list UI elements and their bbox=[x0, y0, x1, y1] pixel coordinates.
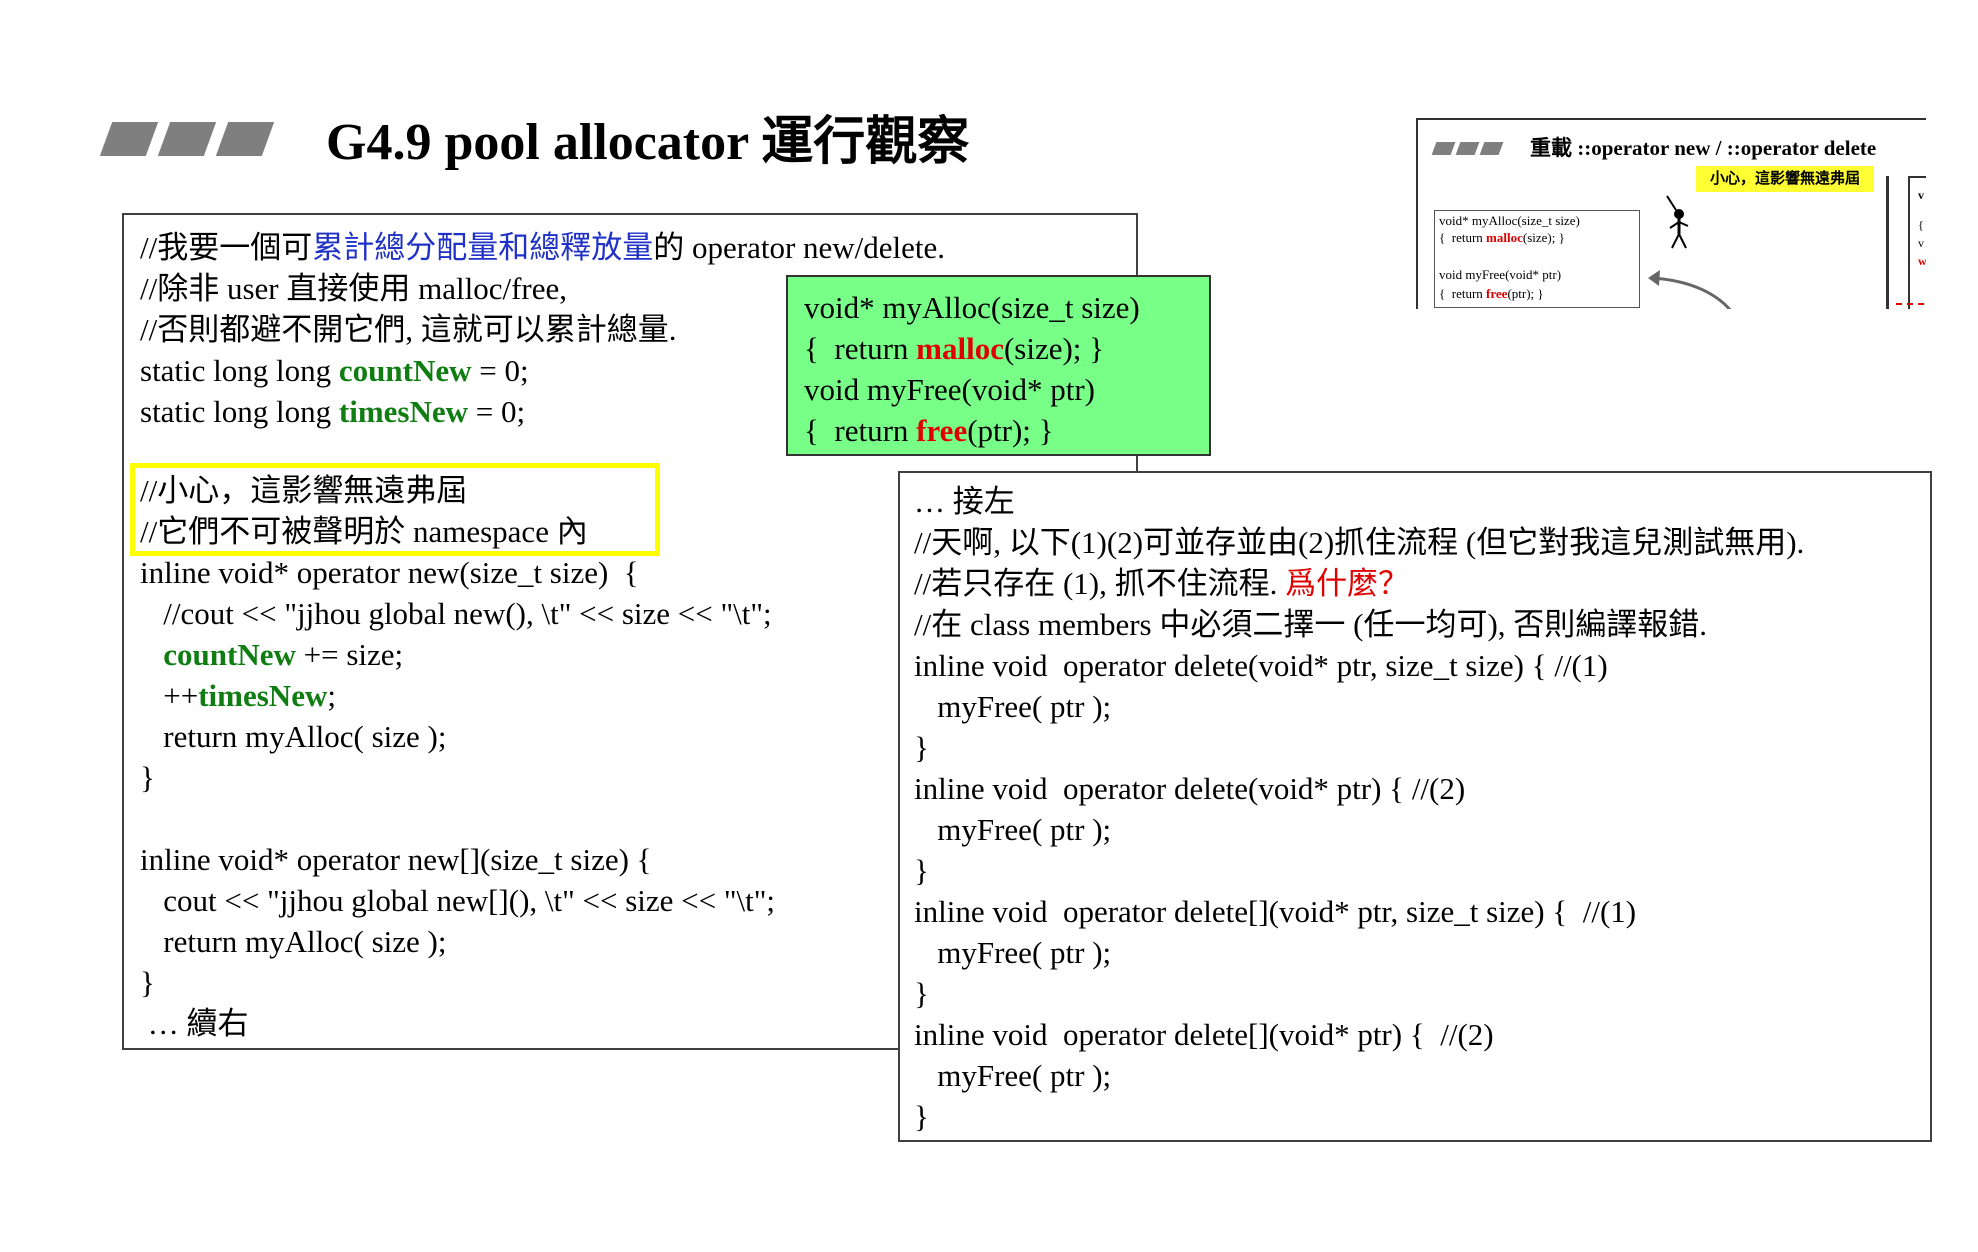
thumb-title: 重載 ::operator new / ::operator delete bbox=[1530, 136, 1877, 160]
operator-new-count: countNew += size; bbox=[163, 637, 404, 672]
right-head: … 接左 bbox=[914, 484, 1015, 519]
thumb-edge-2: { bbox=[1918, 218, 1924, 232]
green-line-3: void myFree(void* ptr) bbox=[804, 372, 1096, 407]
thumb-code-line-4: { return free(ptr); } bbox=[1439, 286, 1544, 301]
comment-line-2: //除非 user 直接使用 malloc/free, bbox=[140, 271, 568, 306]
comment-line-1: //我要一個可累計總分配量和總釋放量的 operator new/delete. bbox=[140, 230, 946, 265]
operator-new-cout: //cout << "jjhou global new(), \t" << si… bbox=[140, 596, 772, 631]
continue-right-note: … 續右 bbox=[140, 1006, 249, 1041]
delete-array-sized-signature: inline void operator delete[](void* ptr,… bbox=[914, 894, 1637, 929]
delete-signature: inline void operator delete(void* ptr) {… bbox=[914, 771, 1466, 806]
operator-new-close: } bbox=[140, 760, 155, 795]
delete-array-sized-body: myFree( ptr ); bbox=[914, 935, 1112, 970]
title-stripe-1 bbox=[99, 122, 159, 156]
thumb-edge-3: v bbox=[1918, 236, 1924, 250]
page-title: G4.9 pool allocator 運行觀察 bbox=[326, 114, 970, 171]
thumb-stripe-2 bbox=[1455, 142, 1480, 155]
right-comment-2: //若只存在 (1), 抓不住流程. 爲什麼？ bbox=[914, 566, 1410, 601]
right-code-box: … 接左 //天啊, 以下(1)(2)可並存並由(2)抓住流程 (但它對我這兒測… bbox=[898, 471, 1932, 1142]
green-line-1: void* myAlloc(size_t size) bbox=[804, 290, 1140, 325]
right-comment-3: //在 class members 中必須二擇一 (任一均可), 否則編譯報錯. bbox=[914, 607, 1708, 642]
decl-times-new: static long long timesNew = 0; bbox=[140, 394, 526, 429]
operator-new-array-signature: inline void* operator new[](size_t size)… bbox=[140, 842, 652, 877]
thumb-red-dashes bbox=[1896, 303, 1924, 305]
thumb-edge-4: w bbox=[1918, 254, 1926, 268]
slide-thumbnail: 重載 ::operator new / ::operator delete 小心… bbox=[1416, 118, 1926, 309]
thumb-code-line-2: { return malloc(size); } bbox=[1439, 230, 1565, 245]
operator-new-array-cout: cout << "jjhou global new[](), \t" << si… bbox=[140, 883, 776, 918]
stick-figure-icon bbox=[1666, 195, 1689, 249]
thumb-code-box: void* myAlloc(size_t size) { return mall… bbox=[1434, 210, 1640, 308]
operator-new-times: ++timesNew; bbox=[163, 678, 336, 713]
operator-new-signature: inline void* operator new(size_t size) { bbox=[140, 555, 639, 590]
thumb-stripe-3 bbox=[1479, 142, 1504, 155]
green-line-2: { return malloc(size); } bbox=[804, 331, 1105, 366]
decl-count-new: static long long countNew = 0; bbox=[140, 353, 529, 388]
comment-line-3: //否則都避不開它們, 這就可以累計總量. bbox=[140, 312, 677, 347]
thumb-side-panel-inner: v { v w bbox=[1908, 176, 1926, 309]
delete-sized-body: myFree( ptr ); bbox=[914, 689, 1112, 724]
delete-close: } bbox=[914, 853, 929, 888]
operator-new-array-return: return myAlloc( size ); bbox=[140, 924, 447, 959]
delete-array-signature: inline void operator delete[](void* ptr)… bbox=[914, 1017, 1494, 1052]
thumb-stripe-1 bbox=[1431, 142, 1456, 155]
delete-array-sized-close: } bbox=[914, 976, 929, 1011]
curved-arrow-icon bbox=[1648, 270, 1732, 309]
myalloc-myfree-box: void* myAlloc(size_t size) { return mall… bbox=[786, 275, 1211, 456]
operator-new-return: return myAlloc( size ); bbox=[140, 719, 447, 754]
green-line-4: { return free(ptr); } bbox=[804, 413, 1054, 448]
delete-array-body: myFree( ptr ); bbox=[914, 1058, 1112, 1093]
right-comment-1: //天啊, 以下(1)(2)可並存並由(2)抓住流程 (但它對我這兒測試無用). bbox=[914, 525, 1805, 560]
delete-array-close: } bbox=[914, 1099, 929, 1134]
thumb-code-line-1: void* myAlloc(size_t size) bbox=[1439, 213, 1580, 228]
thumb-warning-note: 小心，這影響無遠弗屆 bbox=[1696, 166, 1874, 192]
thumb-side-panel-outer bbox=[1886, 176, 1889, 309]
operator-new-array-close: } bbox=[140, 965, 155, 1000]
title-stripe-3 bbox=[215, 122, 275, 156]
thumb-code-line-3: void myFree(void* ptr) bbox=[1439, 267, 1562, 282]
delete-body: myFree( ptr ); bbox=[914, 812, 1112, 847]
delete-sized-signature: inline void operator delete(void* ptr, s… bbox=[914, 648, 1608, 683]
warning-highlight-box bbox=[130, 463, 660, 556]
delete-sized-close: } bbox=[914, 730, 929, 765]
thumb-edge-1: v bbox=[1918, 188, 1924, 202]
title-stripe-2 bbox=[157, 122, 217, 156]
